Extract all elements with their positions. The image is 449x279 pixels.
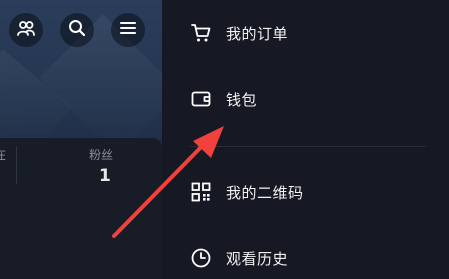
drawer-item-orders[interactable]: 我的订单 xyxy=(162,11,449,55)
search-button[interactable] xyxy=(60,13,94,47)
friends-icon xyxy=(16,18,36,42)
drawer-item-label: 钱包 xyxy=(226,91,258,109)
stat-divider xyxy=(16,146,17,184)
search-icon xyxy=(67,18,87,42)
stat-label-partial: 在 xyxy=(0,148,7,162)
drawer-item-qrcode[interactable]: 我的二维码 xyxy=(162,170,449,214)
drawer-item-label: 我的二维码 xyxy=(226,184,304,202)
profile-page-background: 在 粉丝 1 xyxy=(0,0,162,279)
drawer-item-label: 观看历史 xyxy=(226,250,289,268)
menu-icon xyxy=(119,20,137,40)
drawer-divider xyxy=(190,146,426,147)
drawer-item-history[interactable]: 观看历史 xyxy=(162,236,449,279)
drawer-item-wallet[interactable]: 钱包 xyxy=(162,77,449,121)
wallet-icon xyxy=(190,88,212,110)
profile-stats-card xyxy=(0,138,162,279)
side-drawer: 我的订单 钱包 我的二维码 观看历史 xyxy=(162,0,449,279)
fans-label[interactable]: 粉丝 xyxy=(89,146,113,163)
cart-icon xyxy=(190,22,212,44)
fans-count[interactable]: 1 xyxy=(99,166,111,186)
drawer-item-label: 我的订单 xyxy=(226,25,289,43)
menu-button[interactable] xyxy=(111,13,145,47)
friends-button[interactable] xyxy=(9,13,43,47)
qrcode-icon xyxy=(190,181,212,203)
clock-icon xyxy=(190,247,212,269)
